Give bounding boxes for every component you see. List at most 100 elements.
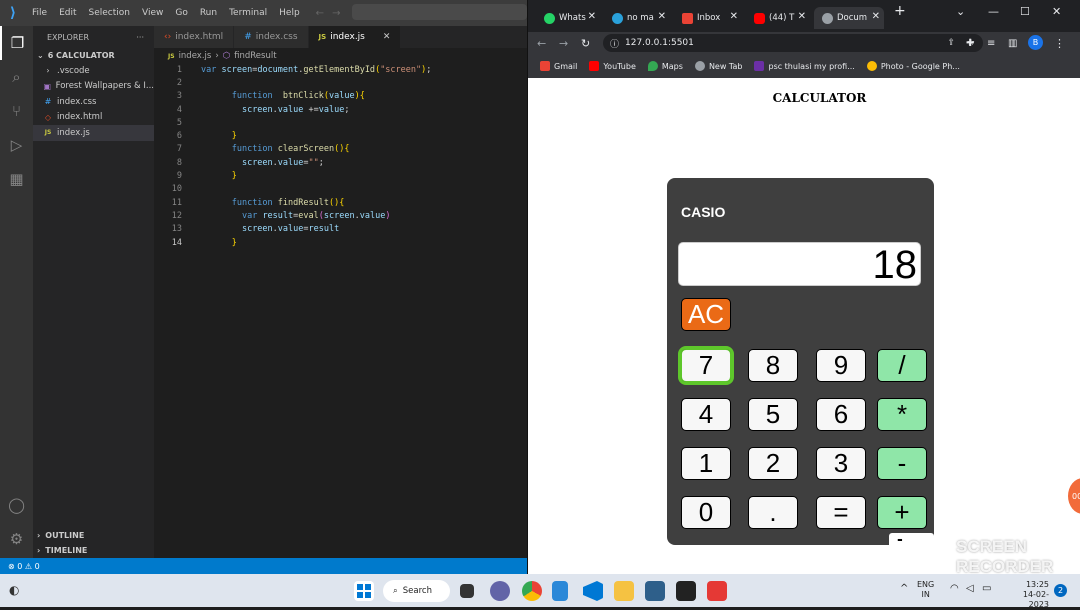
file-index-html[interactable]: ◇ index.html: [33, 110, 154, 126]
account-icon[interactable]: ◯: [0, 488, 33, 522]
notepad-icon[interactable]: [552, 581, 568, 601]
bookmark-psc[interactable]: psc thulasi my profi...: [754, 61, 855, 71]
menu-go[interactable]: Go: [169, 8, 193, 18]
start-windows-icon[interactable]: [354, 581, 374, 601]
vscode-taskbar-icon[interactable]: [583, 581, 603, 601]
profile-avatar[interactable]: B: [1028, 35, 1043, 50]
tab-index-html[interactable]: ‹› index.html: [154, 26, 235, 48]
file-forest-wallpapers[interactable]: ▣ Forest Wallpapers & I...: [33, 79, 154, 95]
code-editor[interactable]: 1 var screen=document.getElementById("scr…: [154, 63, 527, 558]
bookmark-gmail[interactable]: Gmail: [540, 61, 577, 71]
reading-list-icon[interactable]: ≡: [987, 38, 995, 49]
recorder-control[interactable]: -: [889, 533, 934, 578]
file-index-css[interactable]: # index.css: [33, 94, 154, 110]
menu-edit[interactable]: Edit: [53, 8, 82, 18]
tab-document[interactable]: Docum ✕: [814, 7, 884, 29]
breadcrumb-symbol[interactable]: findResult: [234, 51, 276, 61]
tab-search-icon[interactable]: ⌄: [956, 5, 965, 18]
breadcrumb-file[interactable]: index.js: [179, 51, 212, 61]
key-decimal[interactable]: .: [748, 496, 798, 529]
forward-arrow-icon[interactable]: →: [332, 8, 340, 19]
close-window-icon[interactable]: ✕: [1052, 5, 1061, 18]
wifi-icon[interactable]: ◠: [950, 584, 959, 594]
weather-icon[interactable]: ◐: [9, 583, 19, 597]
new-tab-icon[interactable]: +: [894, 3, 906, 19]
teams-chat-icon[interactable]: [490, 581, 510, 601]
maximize-icon[interactable]: ☐: [1020, 5, 1030, 18]
key-equals[interactable]: =: [816, 496, 866, 529]
outline-section[interactable]: › OUTLINE: [33, 531, 84, 540]
forward-icon[interactable]: →: [559, 37, 568, 50]
minimize-icon[interactable]: —: [988, 5, 999, 18]
extensions-puzzle-icon[interactable]: ✚: [966, 38, 974, 49]
key-divide[interactable]: /: [877, 349, 927, 382]
folder-6-calculator[interactable]: ⌄ 6 CALCULATOR: [33, 48, 154, 63]
side-panel-icon[interactable]: ▥: [1008, 38, 1017, 49]
key-2[interactable]: 2: [748, 447, 798, 480]
key-6[interactable]: 6: [816, 398, 866, 431]
close-icon[interactable]: ✕: [383, 32, 391, 42]
timeline-section[interactable]: › TIMELINE: [33, 546, 87, 555]
key-9[interactable]: 9: [816, 349, 866, 382]
more-actions-icon[interactable]: ···: [136, 33, 144, 42]
settings-gear-icon[interactable]: ⚙: [0, 522, 33, 556]
key-multiply[interactable]: *: [877, 398, 927, 431]
explorer-icon[interactable]: ❐: [0, 26, 33, 60]
search-icon[interactable]: ⌕: [0, 60, 33, 94]
key-5[interactable]: 5: [748, 398, 798, 431]
volume-icon[interactable]: ◁: [966, 584, 974, 594]
menu-view[interactable]: View: [136, 8, 169, 18]
back-icon[interactable]: ←: [537, 37, 546, 50]
key-0[interactable]: 0: [681, 496, 731, 529]
close-icon[interactable]: ✕: [730, 11, 738, 22]
notification-badge[interactable]: 2: [1054, 584, 1067, 597]
screen-recorder-icon[interactable]: [707, 581, 727, 601]
file-explorer-icon[interactable]: [614, 581, 634, 601]
url-input[interactable]: ⓘ 127.0.0.1:5501 ⇪ ☆: [603, 34, 983, 52]
key-7[interactable]: 7: [678, 346, 734, 385]
tab-index-js[interactable]: JS index.js ✕: [308, 26, 402, 48]
chevron-up-icon[interactable]: ^: [900, 584, 908, 594]
close-icon[interactable]: ✕: [658, 11, 666, 22]
run-debug-icon[interactable]: ▷: [0, 128, 33, 162]
file-index-js[interactable]: JS index.js: [33, 125, 154, 141]
menu-terminal[interactable]: Terminal: [223, 8, 273, 18]
extensions-icon[interactable]: ▦: [0, 162, 33, 196]
menu-run[interactable]: Run: [194, 8, 223, 18]
back-arrow-icon[interactable]: ←: [316, 8, 324, 19]
key-subtract[interactable]: -: [877, 447, 927, 480]
tab-whatsapp[interactable]: Whats ✕: [536, 7, 600, 29]
menu-file[interactable]: File: [26, 8, 53, 18]
tab-index-css[interactable]: # index.css: [234, 26, 309, 48]
language-indicator[interactable]: ENG IN: [917, 580, 934, 600]
menu-help[interactable]: Help: [273, 8, 306, 18]
chrome-icon[interactable]: [522, 581, 542, 601]
share-icon[interactable]: ⇪: [947, 38, 955, 48]
terminal-icon[interactable]: [676, 581, 696, 601]
key-1[interactable]: 1: [681, 447, 731, 480]
file-vscode[interactable]: › .vscode: [33, 63, 154, 79]
key-add[interactable]: +: [877, 496, 927, 529]
tab-gmail[interactable]: Inbox ✕: [674, 7, 742, 29]
command-center[interactable]: [352, 4, 527, 20]
clock[interactable]: 13:25 14-02-2023: [1003, 580, 1049, 610]
close-icon[interactable]: ✕: [872, 11, 880, 22]
battery-icon[interactable]: ▭: [982, 584, 991, 594]
taskbar-search[interactable]: ⌕ Search: [383, 580, 450, 602]
menu-selection[interactable]: Selection: [83, 8, 136, 18]
bookmark-maps[interactable]: Maps: [647, 61, 683, 71]
close-icon[interactable]: ✕: [588, 11, 596, 22]
key-3[interactable]: 3: [816, 447, 866, 480]
close-icon[interactable]: ✕: [798, 11, 806, 22]
task-view-icon[interactable]: [460, 584, 474, 598]
problems-count[interactable]: ⊗ 0 ⚠ 0: [8, 562, 40, 571]
calculator-display[interactable]: 18: [678, 242, 921, 287]
key-8[interactable]: 8: [748, 349, 798, 382]
bookmark-youtube[interactable]: YouTube: [589, 61, 636, 71]
key-4[interactable]: 4: [681, 398, 731, 431]
tab-youtube[interactable]: (44) T ✕: [746, 7, 810, 29]
kebab-menu-icon[interactable]: ⋮: [1054, 37, 1065, 50]
source-control-icon[interactable]: ⑂: [0, 94, 33, 128]
reload-icon[interactable]: ↻: [581, 37, 590, 50]
clear-button[interactable]: AC: [681, 298, 731, 331]
